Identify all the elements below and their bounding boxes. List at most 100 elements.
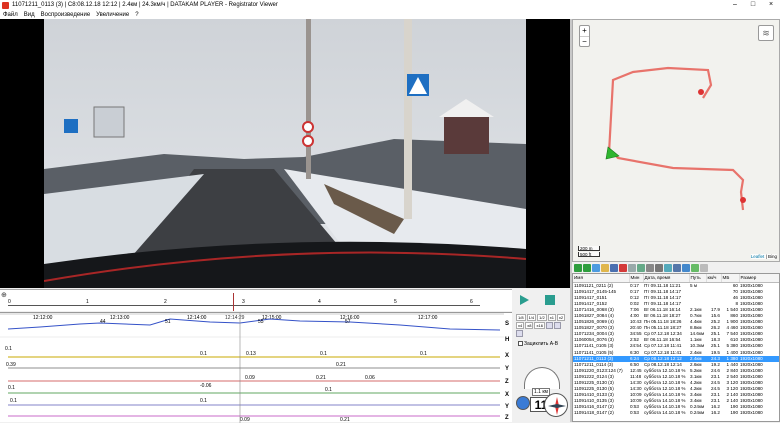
- menu-view[interactable]: Вид: [21, 12, 38, 18]
- refresh-icon[interactable]: [592, 264, 600, 272]
- channel-label: Y: [505, 404, 510, 410]
- col-distance[interactable]: Путь: [689, 274, 707, 283]
- file-row[interactable]: 11091417_0152 0:02 Пт 09.11.18 14:17 8 1920x…: [573, 301, 779, 307]
- menu-playback[interactable]: Воспроизведение: [38, 12, 94, 18]
- speed-button[interactable]: x4: [516, 322, 525, 329]
- sensor-graphs[interactable]: 12:12:00 12:13:00 12:14:00 12:15:00 12:1…: [0, 312, 512, 423]
- playhead[interactable]: [233, 293, 234, 311]
- maximize-button[interactable]: □: [744, 0, 762, 10]
- speed-button[interactable]: x8: [525, 322, 534, 329]
- leaflet-link[interactable]: Leaflet: [751, 254, 765, 259]
- gyro-y-label: 0.21: [340, 417, 350, 423]
- stop-button[interactable]: [545, 295, 555, 305]
- file-cell: суббота 14.10.18 %: [644, 410, 686, 416]
- graph-time: 12:13:00: [110, 315, 130, 321]
- menu-file[interactable]: Файл: [0, 12, 21, 18]
- file-row[interactable]: 11091121_0211 (2) 0:17 Пт 09.11.18 11:21 5 …: [573, 282, 779, 289]
- video-icon[interactable]: [673, 264, 681, 272]
- open-folder-icon[interactable]: [601, 264, 609, 272]
- speed-button[interactable]: 1/2: [537, 314, 547, 321]
- checkbox-box[interactable]: [518, 341, 523, 347]
- play-button[interactable]: [520, 295, 529, 305]
- file-row[interactable]: 11071211_0113 (3) 6:24 Ср 08.12.18 12:12 2.…: [573, 355, 779, 362]
- speed-button[interactable]: x2: [556, 314, 566, 321]
- speed-label: 57: [345, 319, 351, 325]
- map-canvas: [605, 66, 746, 211]
- file-row[interactable]: 11091220_0123:124 (7) 12:45 суббота 12.10.…: [573, 368, 779, 374]
- settings-icon[interactable]: [655, 264, 663, 272]
- zoom-magnifier-icon[interactable]: ⊕: [1, 291, 7, 299]
- file-row[interactable]: 11071211_0114 (3) 6:50 Ср 08.12.18 12:14 2.…: [573, 362, 779, 368]
- loop-ab-label: Зациклить А-В: [524, 341, 559, 347]
- video-frame: [44, 19, 526, 288]
- fit-icon[interactable]: [516, 330, 523, 337]
- copy-icon[interactable]: [628, 264, 636, 272]
- height-label: 0.1: [320, 351, 327, 357]
- file-row[interactable]: 11091418_0147 (2) 0:53 суббота 14.10.18 % 0…: [573, 410, 779, 416]
- col-mb[interactable]: МБ: [721, 274, 740, 283]
- file-cell: 190: [730, 410, 738, 416]
- close-button[interactable]: ×: [762, 0, 780, 10]
- accel-y-label: 0.06: [365, 375, 375, 381]
- speed-label: 51: [165, 319, 171, 325]
- speed-button[interactable]: 1/4: [526, 314, 537, 321]
- col-minutes[interactable]: Мин: [629, 274, 644, 283]
- file-row[interactable]: 11071141_0105 (3) 24:54 Ср 07.12.18 11:41 1…: [573, 343, 779, 349]
- speed-button[interactable]: x16: [534, 322, 545, 329]
- waypoint-marker-icon: [740, 197, 746, 203]
- menu-help[interactable]: ?: [132, 12, 141, 18]
- back-arrow-icon[interactable]: [574, 264, 582, 272]
- zoom-in-button[interactable]: +: [580, 26, 589, 36]
- file-row[interactable]: 11071141_0105 (5) 6:30 Ср 07.12.18 11:41 2.…: [573, 350, 779, 356]
- col-datetime[interactable]: Дата, время: [643, 274, 690, 283]
- map-scale: 200 m 500 ft: [578, 245, 600, 257]
- file-cell: 0:17: [630, 282, 639, 288]
- map-panel[interactable]: + − ≋ 200 m 500 ft Leaflet | Bing: [572, 19, 780, 262]
- photo-icon[interactable]: [664, 264, 672, 272]
- file-list: Имя Мин Дата, время Путь км/ч МБ Размер …: [572, 273, 780, 422]
- zoom-out-button[interactable]: −: [580, 36, 589, 46]
- channel-label: Y: [505, 366, 510, 372]
- layers-icon[interactable]: ≋: [758, 25, 774, 41]
- compass-needle: [548, 397, 566, 415]
- zoom-in-icon[interactable]: [545, 322, 553, 329]
- file-cell: 60: [732, 282, 738, 288]
- col-name[interactable]: Имя: [573, 274, 630, 283]
- zoom-out-icon[interactable]: [553, 322, 561, 329]
- graph-time: 12:17:00: [418, 315, 438, 321]
- minimize-button[interactable]: –: [726, 0, 744, 10]
- graph-time: 12:12:00: [33, 315, 53, 321]
- export-icon[interactable]: [637, 264, 645, 272]
- file-cell: 24:54: [630, 343, 642, 349]
- height-label: 0.1: [5, 346, 12, 352]
- loop-ab-checkbox[interactable]: Зациклить А-В: [514, 341, 570, 347]
- speed-button[interactable]: 1/8: [516, 314, 526, 321]
- col-speed[interactable]: км/ч: [706, 274, 722, 283]
- scale-meters: 200 m: [578, 246, 600, 251]
- globe-icon[interactable]: [516, 396, 530, 410]
- file-cell: 5 м: [690, 282, 697, 288]
- timeline[interactable]: ⊕ 0 1 2 3 4 5 6: [0, 289, 512, 311]
- file-row[interactable]: 11091417_0145-145 0:17 Пт 09.11.18 14:17 70…: [573, 289, 779, 295]
- video-player[interactable]: [0, 19, 570, 288]
- gyro-x-label: 0.1: [10, 398, 17, 404]
- col-resolution[interactable]: Размер: [739, 274, 779, 283]
- menu-zoom[interactable]: Увеличение: [93, 12, 132, 18]
- help-icon[interactable]: [700, 264, 708, 272]
- info-icon[interactable]: [682, 264, 690, 272]
- file-cell: 1920x1080: [740, 410, 763, 416]
- cut-icon[interactable]: [646, 264, 654, 272]
- gyro-x-label: 0.1: [200, 398, 207, 404]
- channel-label: S: [505, 321, 510, 327]
- save-icon[interactable]: [610, 264, 618, 272]
- file-row[interactable]: 11091417_0151 0:12 Пт 09.11.18 14:17 46 1920…: [573, 295, 779, 301]
- height-label: 0.1: [420, 351, 427, 357]
- accel-z-label: 0.1: [325, 387, 332, 393]
- timeline-tick: 4: [318, 299, 321, 305]
- gyro-y-label: 0.09: [240, 417, 250, 423]
- file-cell: 0:53: [630, 410, 639, 416]
- speed-button[interactable]: x1: [547, 314, 556, 321]
- forward-arrow-icon[interactable]: [583, 264, 591, 272]
- map-icon[interactable]: [691, 264, 699, 272]
- delete-icon[interactable]: [619, 264, 627, 272]
